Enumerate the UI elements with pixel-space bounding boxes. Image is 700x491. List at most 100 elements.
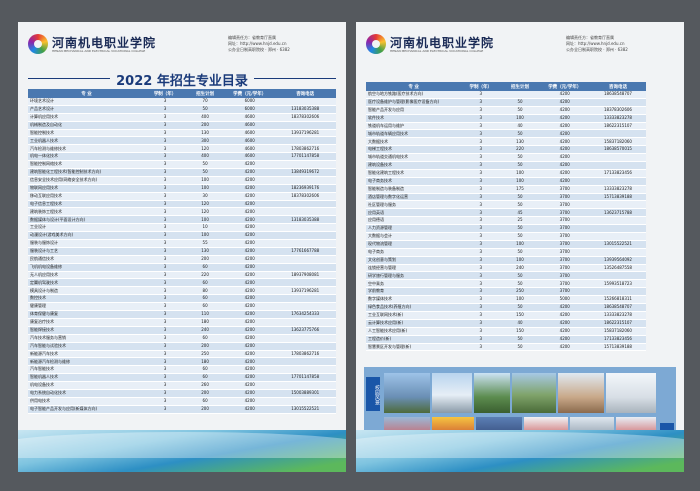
phone [274, 294, 336, 304]
phone [274, 136, 336, 146]
tuition: 4200 [225, 350, 275, 359]
tuition: 3700 [539, 232, 590, 241]
duration: 3 [145, 113, 186, 122]
major-name: 物联网应用技术 [28, 184, 146, 193]
phone: 15713839188 [589, 343, 646, 352]
tuition: 3700 [539, 279, 590, 289]
table-row: 人力资源管理 3 50 3700 [366, 224, 646, 234]
table-row: 智慧景区开发与管理(新) 3 50 4200 15713839188 [366, 343, 646, 352]
enrollment-plan: 30 [185, 192, 226, 201]
table-row: 现代物流管理 3 100 3700 13015522521 [366, 240, 646, 249]
major-name: 汽车智能与试验技术 [28, 342, 146, 351]
phone: 15837182060 [589, 137, 646, 147]
major-name: 工业互联网技术(新) [366, 311, 462, 320]
table-row: 无人机应用技术 3 220 4200 18937908081 [28, 271, 336, 280]
duration: 3 [145, 98, 186, 106]
table-row: 智能焊接技术 3 240 4200 13623775766 [28, 326, 336, 335]
phone: 18638548707 [589, 91, 646, 99]
duration: 3 [145, 373, 186, 383]
major-name: 城市轨道交通机电技术 [366, 153, 462, 163]
tuition: 4200 [539, 98, 590, 107]
column-header: 学制（年） [461, 82, 501, 91]
duration: 3 [145, 326, 186, 335]
duration: 3 [145, 239, 186, 248]
table-row: 电梯工程技术 3 220 4200 18638570015 [366, 145, 646, 155]
phone [589, 200, 646, 210]
table-row: 应用英语 3 45 3700 13623715788 [366, 208, 646, 218]
major-name: 机电一体化技术 [28, 152, 146, 162]
campus-photo [606, 373, 656, 413]
duration: 3 [461, 240, 501, 249]
major-name: 新能源汽车技术 [28, 350, 146, 359]
enrollment-plan: 50 [500, 153, 540, 163]
table-row: 电子智能产品开发与应用(新媒体方向) 3 200 4200 13015522521 [28, 405, 336, 414]
major-name: 绿色食品技术(养殖方向) [366, 303, 462, 312]
table-row: 数据媒体与设计(平面设计方向) 3 100 4200 13183035388 [28, 215, 336, 225]
phone: 13333823278 [589, 185, 646, 194]
enrollment-plan: 70 [185, 98, 226, 106]
tuition: 3700 [539, 287, 590, 297]
school-name-en: HENAN MECHANICAL AND ELECTRICAL VOCATION… [52, 49, 146, 53]
enrollment-plan: 60 [185, 397, 226, 406]
phone: 18937908081 [274, 271, 336, 280]
table-row: 城市轨道交通机电技术 3 50 4200 [366, 153, 646, 163]
major-name: 无人机应用技术 [28, 271, 146, 280]
enrollment-plan: 250 [500, 287, 540, 297]
phone [274, 200, 336, 209]
table-row: 体育保健与康复 3 110 4200 17634254333 [28, 310, 336, 319]
tuition: 4200 [539, 319, 590, 328]
phone [589, 153, 646, 163]
major-name: 环境艺术设计 [28, 98, 146, 106]
duration: 3 [145, 215, 186, 225]
major-name: 建筑设备技术 [366, 161, 462, 170]
major-name: 智能控制技术 [28, 129, 146, 138]
phone [589, 287, 646, 297]
major-name: 新能源汽车检测与维修 [28, 357, 146, 367]
duration: 3 [145, 342, 186, 351]
tuition: 4200 [225, 239, 275, 248]
duration: 3 [145, 389, 186, 398]
table-row: 康复治疗技术 3 180 4200 [28, 318, 336, 327]
duration: 3 [461, 295, 501, 305]
duration: 3 [145, 144, 186, 154]
major-name: 智能焊接技术 [28, 326, 146, 335]
right-page: 河南机电职业学院 HENAN MECHANICAL AND ELECTRICAL… [356, 22, 684, 472]
duration: 3 [145, 231, 186, 241]
phone [274, 302, 336, 312]
enrollment-plan: 55 [185, 239, 226, 248]
major-name: 医疗设备维护与管理(影像医疗设备方向) [366, 98, 462, 107]
column-header: 咨询电话 [274, 89, 336, 98]
enrollment-plan: 130 [500, 137, 540, 147]
major-name: 信息安全技术应用(网络安全技术方向) [28, 176, 146, 185]
phone [589, 161, 646, 170]
phone [274, 357, 336, 367]
enrollment-plan: 130 [185, 247, 226, 256]
table-row: 产品艺术设计 3 50 6000 13183035388 [28, 105, 336, 114]
phone: 13623775766 [274, 326, 336, 335]
enrollment-plan: 40 [500, 122, 540, 131]
phone: 13623715788 [589, 208, 646, 218]
major-name: 计算机应用技术 [28, 113, 146, 122]
tuition: 4200 [225, 200, 275, 209]
phone: 13015522521 [589, 240, 646, 249]
phone [589, 129, 646, 139]
duration: 3 [461, 137, 501, 147]
table-row: 民航通信技术 3 200 4200 [28, 255, 336, 264]
table-row: 云计算技术应用(新) 3 40 4200 18622315107 [366, 319, 646, 328]
enrollment-plan: 100 [185, 231, 226, 241]
phone: 17803862716 [274, 144, 336, 154]
tuition: 4200 [225, 184, 275, 193]
enrollment-plan: 175 [500, 185, 540, 194]
duration: 3 [145, 207, 186, 217]
enrollment-plan: 10 [185, 223, 226, 233]
phone: 13939564092 [589, 256, 646, 265]
brochure-spread: 河南机电职业学院 HENAN MECHANICAL AND ELECTRICAL… [0, 0, 700, 491]
phone [274, 278, 336, 288]
major-name: 移动互联应用技术 [28, 192, 146, 201]
enrollment-plan: 50 [500, 129, 540, 139]
table-row: 工程造价(新) 3 50 4200 17133823456 [366, 335, 646, 344]
duration: 3 [145, 192, 186, 201]
duration: 3 [461, 185, 501, 194]
phone: 18622315107 [589, 319, 646, 328]
enrollment-plan: 120 [185, 144, 226, 154]
